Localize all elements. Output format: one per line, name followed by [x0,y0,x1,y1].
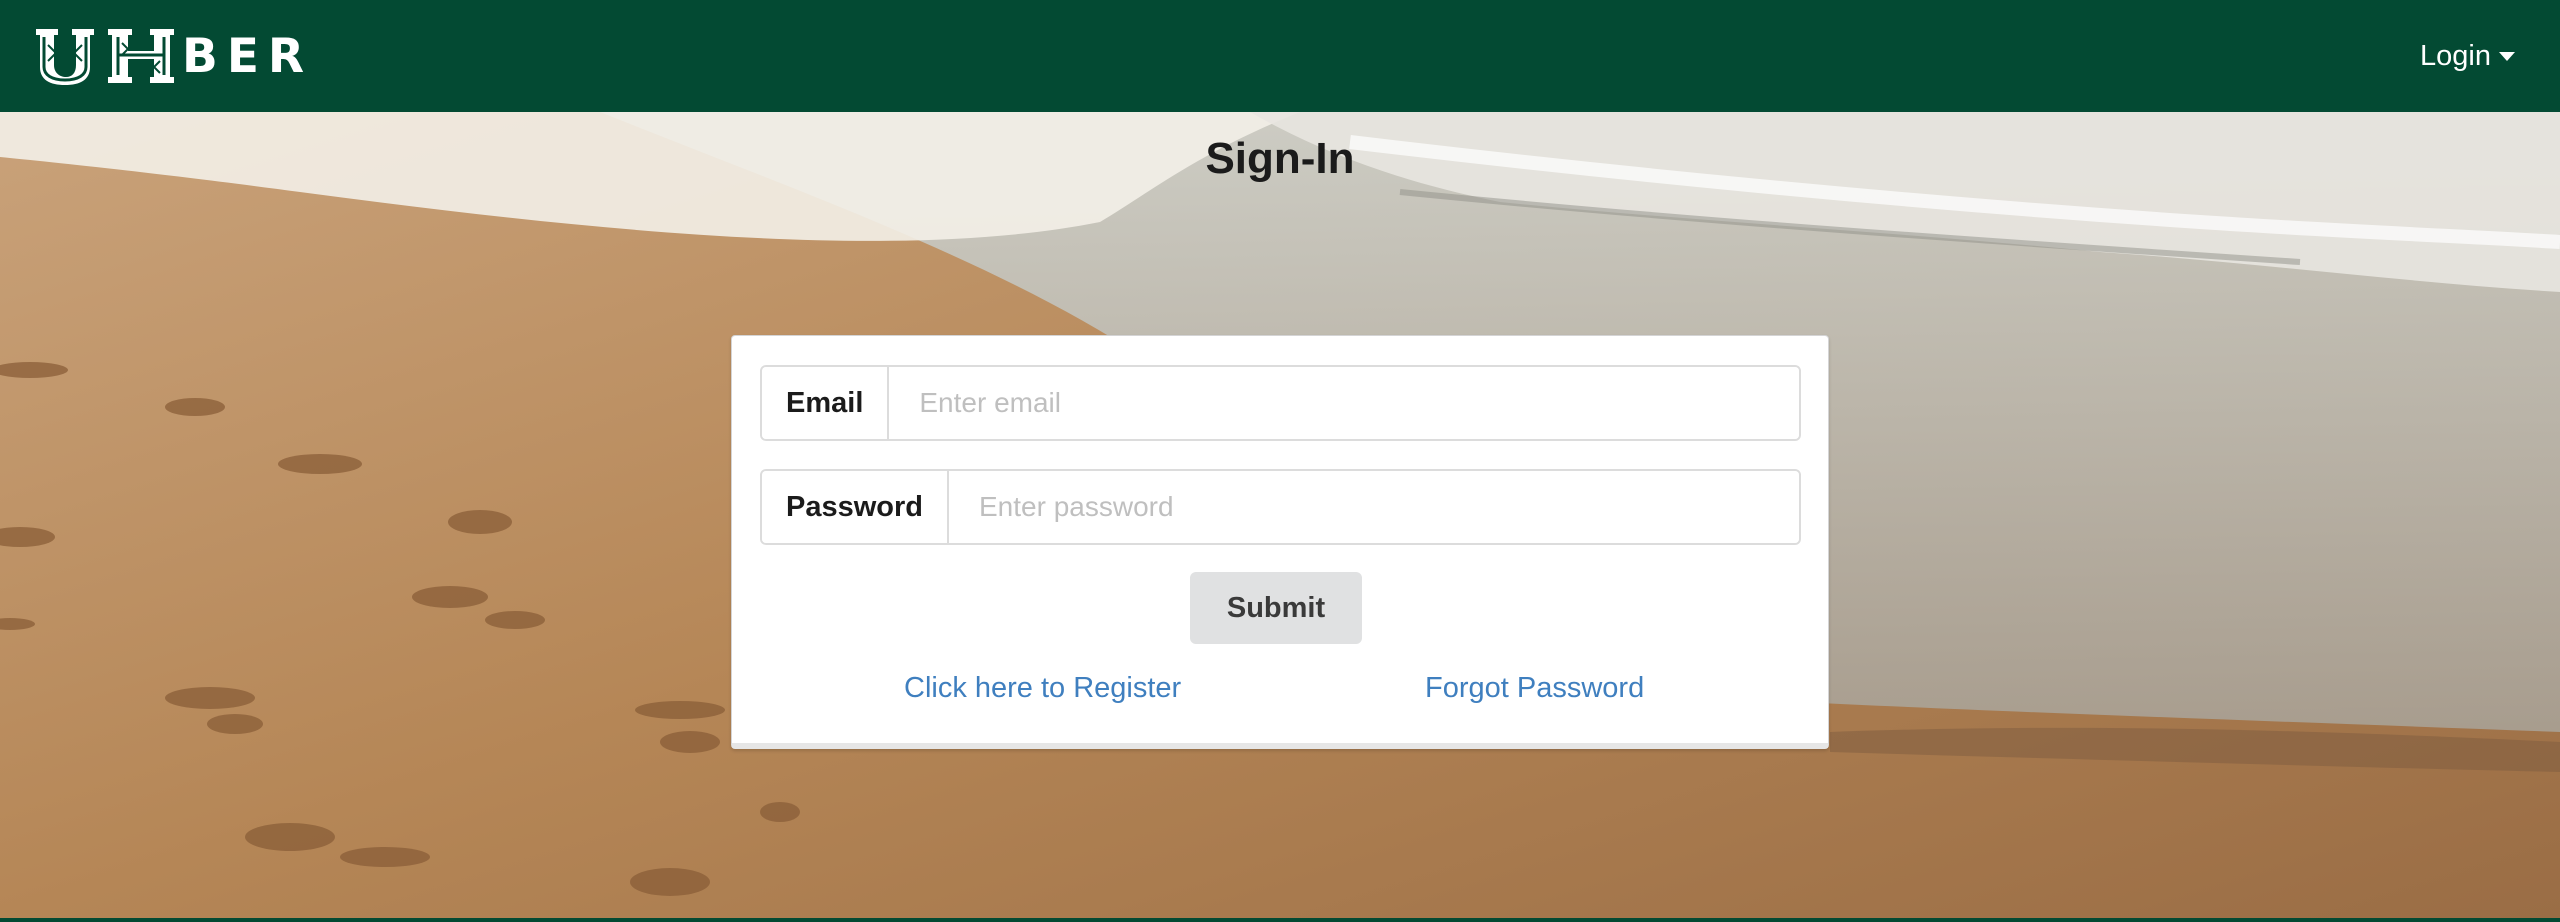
footer-border [0,918,2560,922]
brand-text: BER [182,28,314,84]
top-navbar: BER Login [0,0,2560,112]
uh-logo-icon [34,25,178,87]
caret-down-icon [2499,51,2515,61]
password-field: Password [760,469,1801,545]
email-label: Email [762,367,890,439]
email-input[interactable] [889,367,1799,439]
brand-logo[interactable]: BER [34,0,313,112]
password-label: Password [762,471,949,543]
forgot-password-link[interactable]: Forgot Password [1425,672,1644,705]
submit-button[interactable]: Submit [1190,572,1362,644]
sign-in-card: Email Password Submit Click here to Regi… [731,335,1829,749]
register-link[interactable]: Click here to Register [904,672,1181,705]
email-field: Email [760,365,1801,441]
password-input[interactable] [949,471,1799,543]
page-title: Sign-In [1205,134,1355,183]
login-dropdown[interactable]: Login [2420,40,2515,73]
login-label: Login [2420,39,2491,72]
